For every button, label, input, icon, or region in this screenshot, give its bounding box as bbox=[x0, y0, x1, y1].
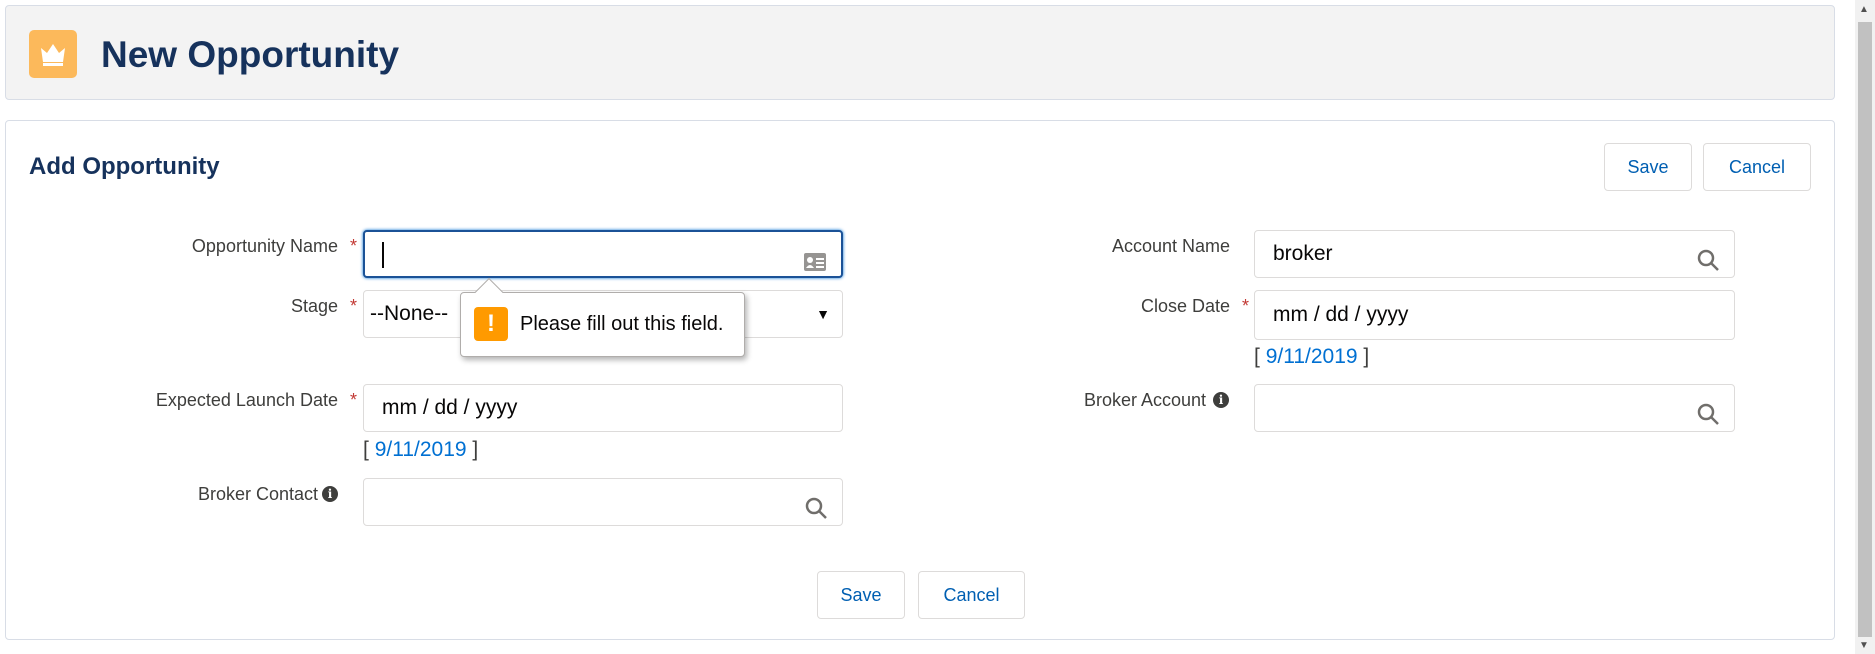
scroll-up-arrow-icon[interactable]: ▲ bbox=[1859, 4, 1869, 15]
opportunity-name-input[interactable] bbox=[363, 230, 843, 278]
card-title: Add Opportunity bbox=[29, 153, 220, 180]
opportunity-name-label: Opportunity Name bbox=[191, 236, 338, 256]
scrollbar-thumb[interactable] bbox=[1858, 22, 1872, 637]
search-icon[interactable] bbox=[1696, 397, 1720, 443]
broker-contact-label: Broker Contact bbox=[197, 484, 318, 504]
required-marker: * bbox=[1242, 296, 1250, 316]
expected-launch-date-today-link[interactable]: [ 9/11/2019 ] bbox=[363, 438, 478, 462]
scroll-down-arrow-icon[interactable]: ▼ bbox=[1859, 640, 1869, 651]
chevron-down-icon: ▼ bbox=[816, 306, 830, 322]
warning-icon: ! bbox=[474, 307, 508, 341]
validation-tooltip: ! Please fill out this field. bbox=[460, 277, 745, 357]
add-opportunity-card: Add Opportunity Save Cancel Save Cancel bbox=[5, 120, 1835, 640]
close-date-today-link[interactable]: [ 9/11/2019 ] bbox=[1254, 345, 1369, 369]
page-header: New Opportunity bbox=[5, 5, 1835, 100]
required-marker: * bbox=[350, 296, 358, 316]
info-icon[interactable]: i bbox=[1213, 392, 1229, 408]
page-title: New Opportunity bbox=[101, 34, 400, 75]
crown-icon bbox=[29, 30, 77, 78]
broker-contact-lookup[interactable] bbox=[363, 478, 843, 526]
account-name-label: Account Name bbox=[1111, 236, 1230, 256]
date-placeholder: mm / dd / yyyy bbox=[382, 396, 518, 419]
text-caret bbox=[382, 242, 384, 268]
account-name-value: broker bbox=[1273, 242, 1333, 265]
search-icon[interactable] bbox=[804, 491, 828, 537]
required-marker: * bbox=[350, 390, 358, 410]
save-button-bottom[interactable]: Save bbox=[817, 571, 905, 619]
close-date-label: Close Date bbox=[1140, 296, 1230, 316]
cancel-button-top[interactable]: Cancel bbox=[1703, 143, 1811, 191]
broker-account-label: Broker Account bbox=[1083, 390, 1206, 410]
close-date-input[interactable]: mm / dd / yyyy bbox=[1254, 290, 1735, 340]
account-name-lookup[interactable]: broker bbox=[1254, 230, 1735, 278]
save-button-top[interactable]: Save bbox=[1604, 143, 1692, 191]
stage-select-value: --None-- bbox=[370, 302, 449, 325]
expected-launch-date-label: Expected Launch Date bbox=[155, 390, 338, 410]
search-icon[interactable] bbox=[1696, 243, 1720, 289]
vertical-scrollbar[interactable]: ▲ ▼ bbox=[1855, 0, 1875, 654]
date-placeholder: mm / dd / yyyy bbox=[1273, 303, 1409, 326]
required-marker: * bbox=[350, 236, 358, 256]
cancel-button-bottom[interactable]: Cancel bbox=[918, 571, 1025, 619]
tooltip-message: Please fill out this field. bbox=[520, 313, 724, 335]
stage-label: Stage bbox=[290, 296, 338, 316]
broker-account-lookup[interactable] bbox=[1254, 384, 1735, 432]
info-icon[interactable]: i bbox=[322, 486, 338, 502]
contact-card-icon bbox=[803, 244, 827, 288]
expected-launch-date-input[interactable]: mm / dd / yyyy bbox=[363, 384, 843, 432]
